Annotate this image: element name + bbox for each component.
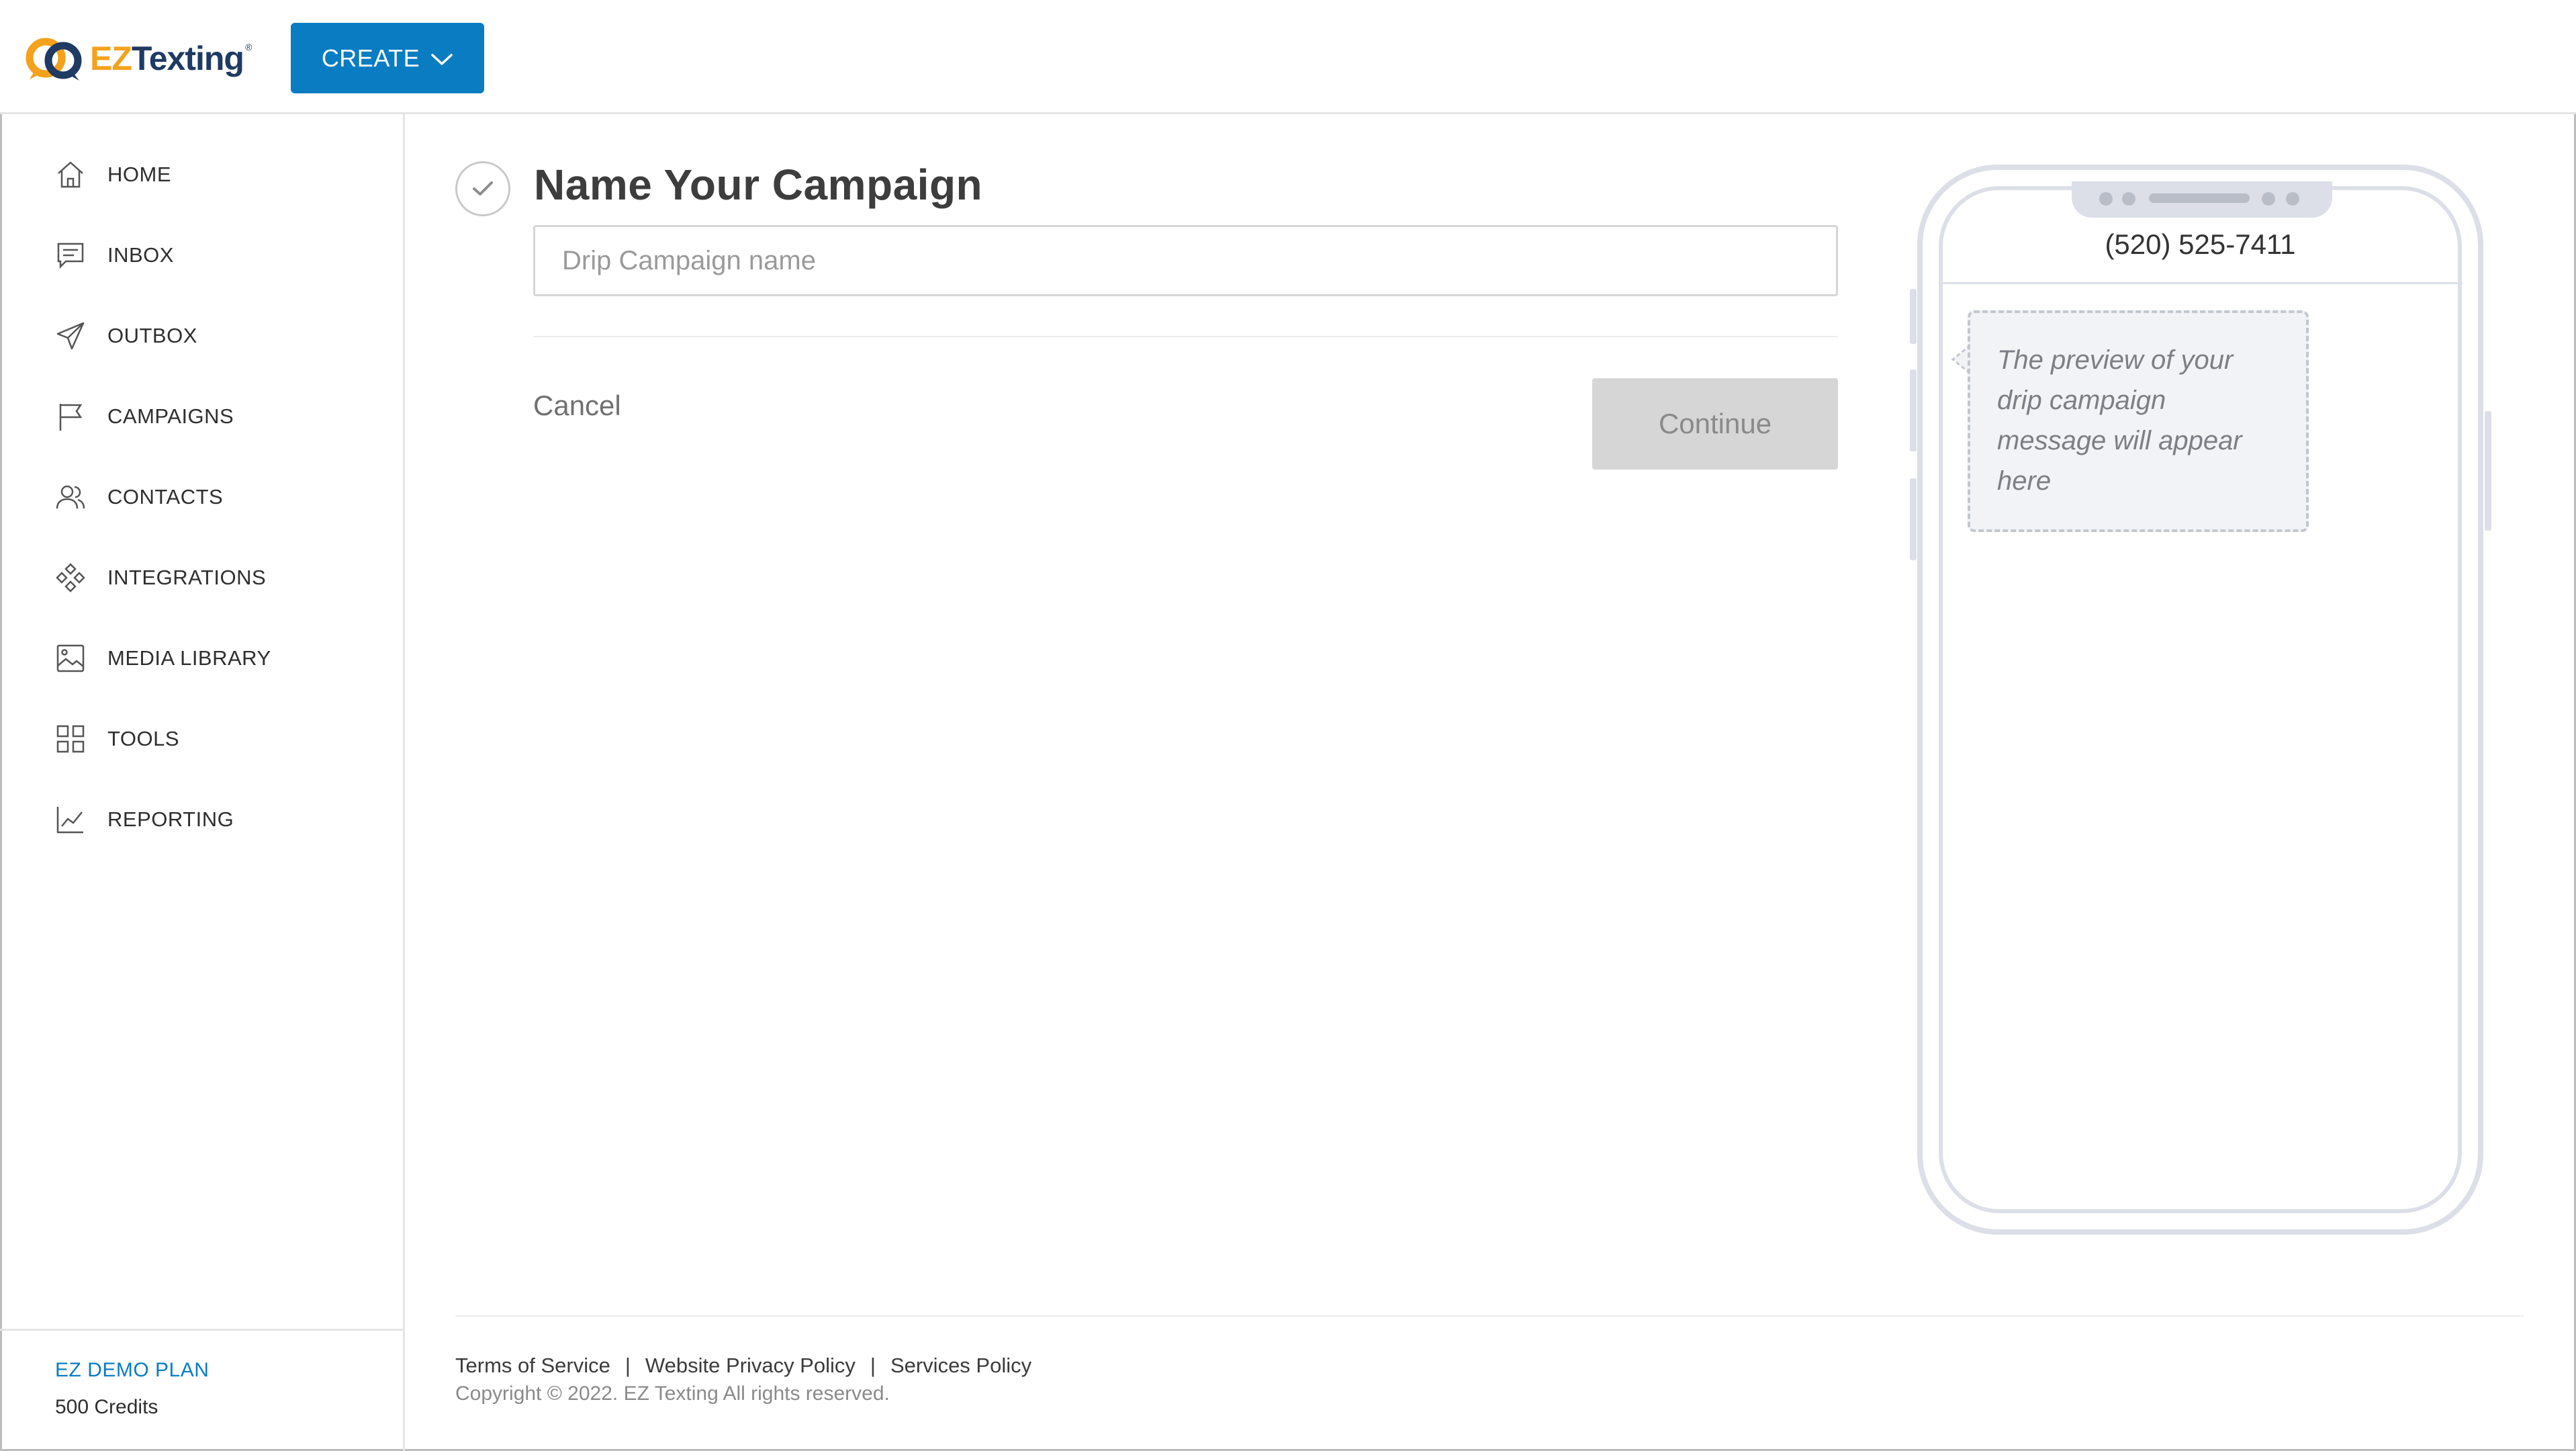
inbox-icon <box>54 238 87 272</box>
plan-credits: 500 Credits <box>55 1396 158 1418</box>
sidebar: HOME INBOX OUTBOX CAMPAIGNS CONTACTS INT… <box>0 114 405 1451</box>
form-divider <box>533 336 1838 337</box>
logo-mark-icon <box>26 35 87 82</box>
phone-side-button <box>1910 289 1917 344</box>
notch-dot <box>2262 192 2275 206</box>
ez-texting-logo[interactable]: EZTexting ® <box>26 35 252 82</box>
grid-icon <box>54 722 87 756</box>
logo-registered: ® <box>244 42 252 52</box>
footer-separator: | <box>870 1354 876 1377</box>
plan-name[interactable]: EZ DEMO PLAN <box>55 1359 209 1382</box>
message-preview-text: The preview of your drip campaign messag… <box>1997 345 2242 496</box>
chart-icon <box>54 803 87 836</box>
sidebar-item-integrations[interactable]: INTEGRATIONS <box>54 558 266 598</box>
sidebar-item-label: HOME <box>107 163 171 186</box>
logo-wordmark: EZTexting ® <box>90 39 252 78</box>
notch-dot <box>2099 192 2113 206</box>
flag-icon <box>54 400 87 433</box>
footer-divider <box>455 1315 2524 1317</box>
step-check-icon <box>455 161 510 216</box>
sidebar-item-label: MEDIA LIBRARY <box>107 646 271 670</box>
sidebar-item-label: CONTACTS <box>107 485 224 509</box>
sidebar-item-label: CAMPAIGNS <box>107 404 234 428</box>
campaign-name-input[interactable] <box>533 225 1838 296</box>
page-title: Name Your Campaign <box>534 161 983 209</box>
cancel-button[interactable]: Cancel <box>533 390 621 422</box>
phone-side-button <box>1910 369 1917 451</box>
sidebar-item-outbox[interactable]: OUTBOX <box>54 316 197 356</box>
top-header: EZTexting ® CREATE <box>0 0 2576 114</box>
sidebar-item-label: INTEGRATIONS <box>107 566 267 589</box>
send-icon <box>54 319 87 353</box>
footer-separator: | <box>625 1354 631 1377</box>
terms-link[interactable]: Terms of Service <box>455 1354 610 1378</box>
sidebar-item-home[interactable]: HOME <box>54 155 171 195</box>
phone-side-button <box>1910 478 1917 560</box>
create-button-label: CREATE <box>321 44 420 72</box>
phone-side-button <box>2485 411 2491 531</box>
plan-divider <box>0 1329 403 1331</box>
sidebar-item-media-library[interactable]: MEDIA LIBRARY <box>54 638 271 678</box>
copyright: Copyright © 2022. EZ Texting All rights … <box>455 1382 890 1405</box>
image-icon <box>54 642 87 675</box>
notch-dot <box>2122 192 2135 206</box>
integrations-icon <box>54 561 87 595</box>
privacy-link[interactable]: Website Privacy Policy <box>645 1354 856 1378</box>
logo-texting: Texting <box>131 40 244 77</box>
sidebar-item-label: INBOX <box>107 243 174 267</box>
create-button[interactable]: CREATE <box>291 23 484 93</box>
sidebar-item-contacts[interactable]: CONTACTS <box>54 477 223 517</box>
sidebar-item-label: REPORTING <box>107 807 234 831</box>
contacts-icon <box>54 480 87 514</box>
footer-links: Terms of Service | Website Privacy Polic… <box>455 1354 1031 1378</box>
notch-speaker <box>2149 193 2250 203</box>
services-policy-link[interactable]: Services Policy <box>890 1354 1031 1378</box>
sidebar-item-inbox[interactable]: INBOX <box>54 235 174 275</box>
sidebar-item-label: TOOLS <box>107 727 180 750</box>
chevron-down-icon <box>430 44 453 73</box>
notch-dot <box>2286 192 2299 206</box>
continue-button[interactable]: Continue <box>1592 378 1838 470</box>
sidebar-item-campaigns[interactable]: CAMPAIGNS <box>54 396 234 437</box>
phone-header-divider <box>1941 282 2463 284</box>
logo-ez: EZ <box>90 40 132 77</box>
sidebar-item-tools[interactable]: TOOLS <box>54 719 179 759</box>
sidebar-item-label: OUTBOX <box>107 324 197 347</box>
message-preview-bubble: The preview of your drip campaign messag… <box>1968 310 2309 532</box>
phone-number: (520) 525-7411 <box>2105 228 2296 260</box>
home-icon <box>54 158 87 191</box>
sidebar-item-reporting[interactable]: REPORTING <box>54 799 234 840</box>
